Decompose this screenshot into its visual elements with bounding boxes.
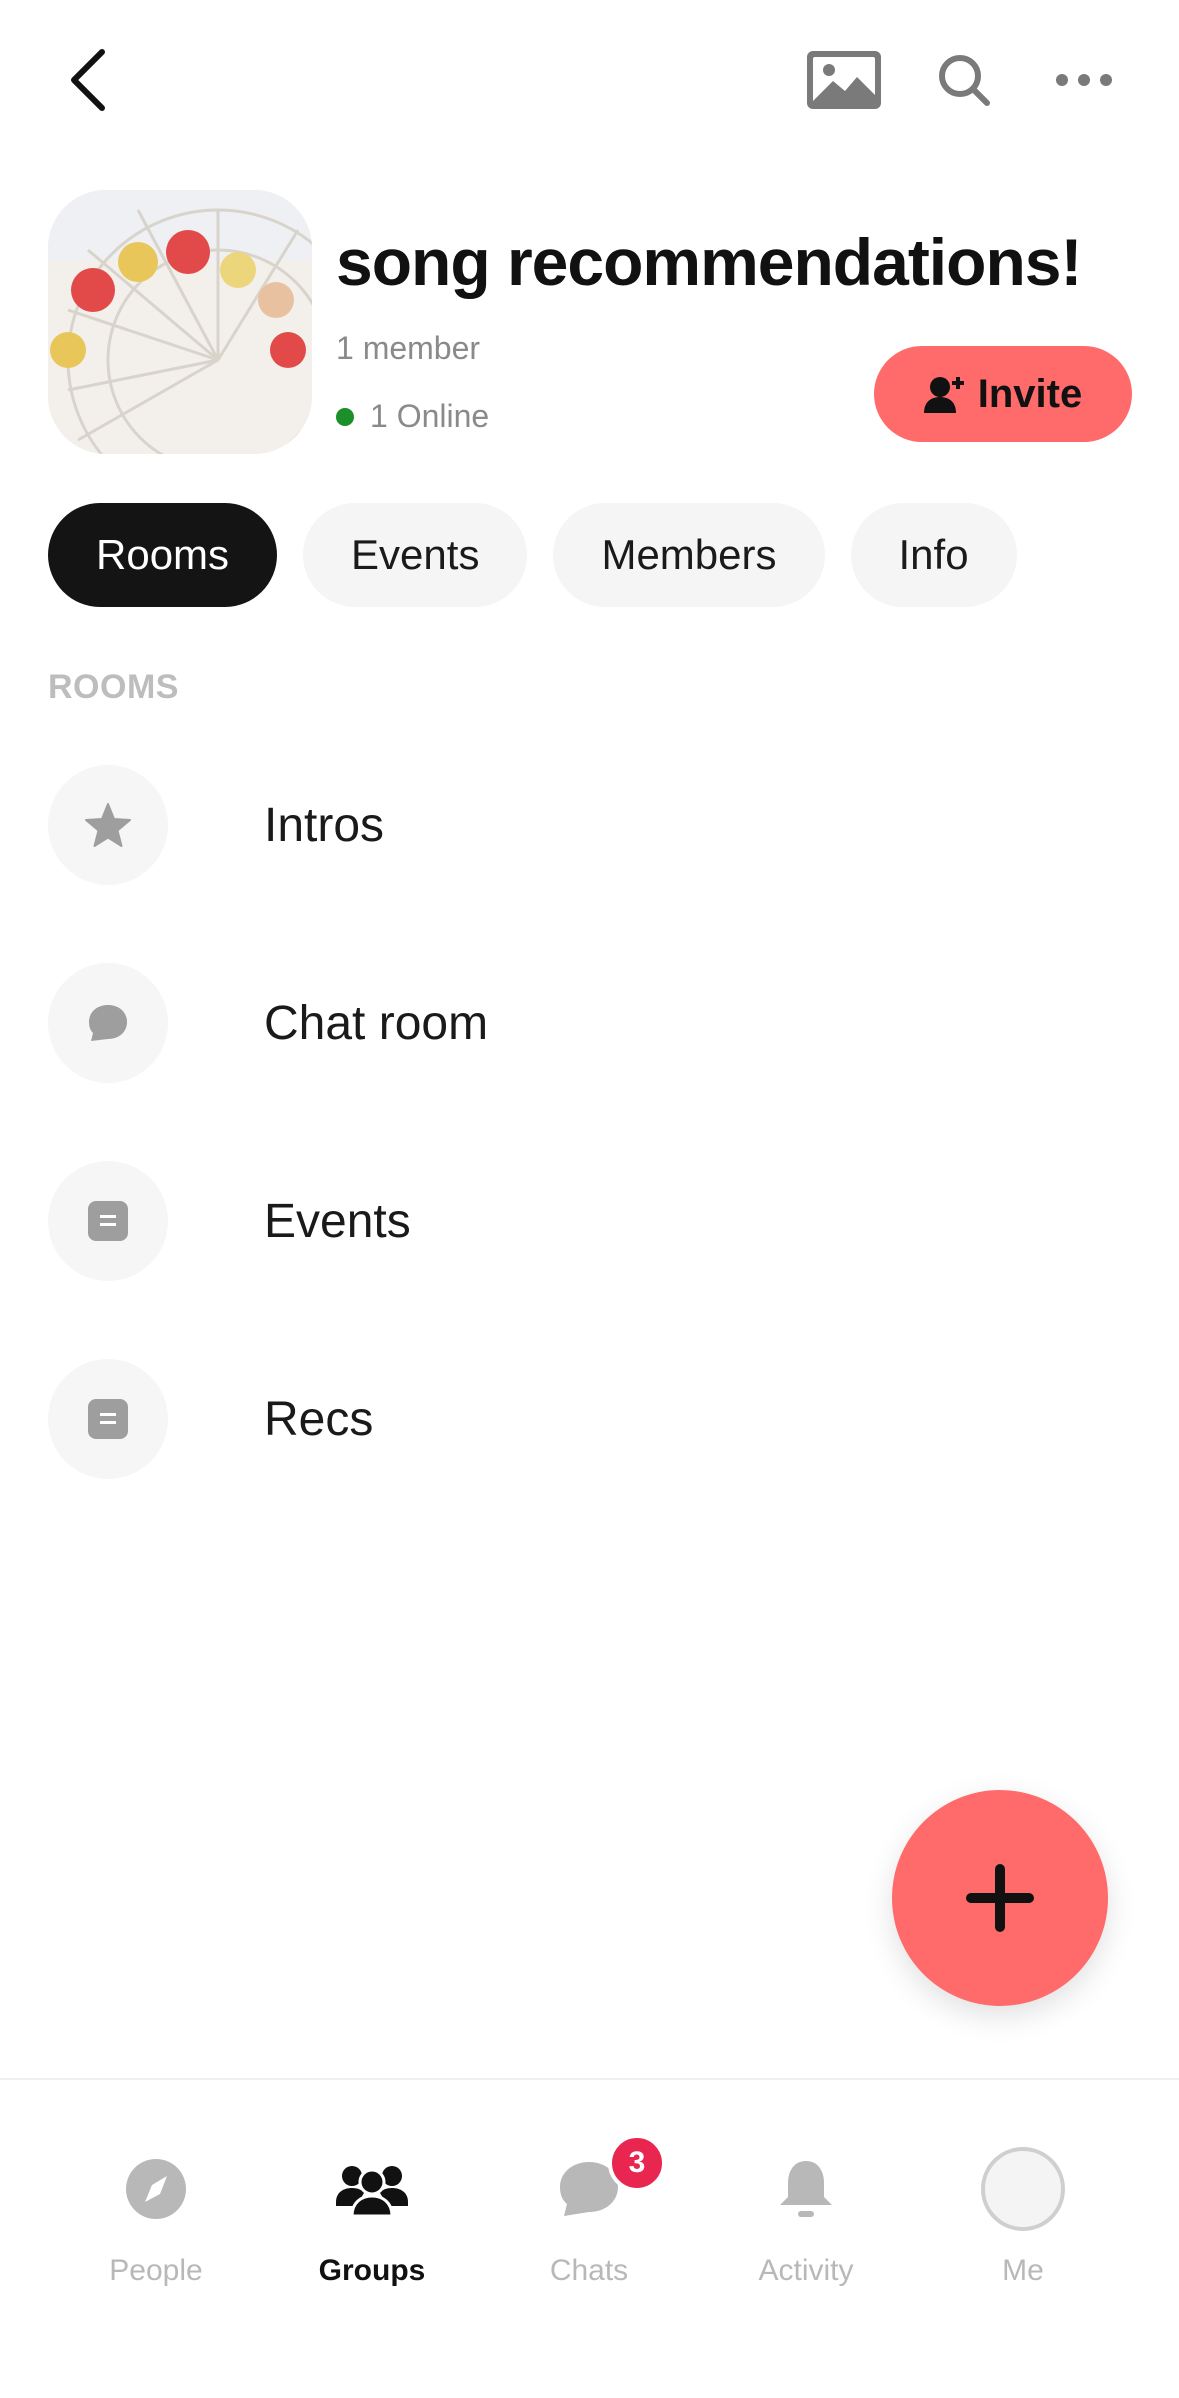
chat-bubble-icon: [48, 963, 168, 1083]
chevron-left-icon: [71, 49, 105, 111]
nav-label: Me: [1002, 2254, 1044, 2287]
image-icon: [807, 51, 881, 109]
back-button[interactable]: [48, 40, 128, 120]
compass-icon: [126, 2159, 186, 2219]
room-item-chat-room[interactable]: Chat room: [48, 961, 1131, 1085]
group-avatar[interactable]: [48, 190, 312, 454]
room-item-events[interactable]: Events: [48, 1159, 1131, 1283]
tab-members[interactable]: Members: [553, 503, 825, 607]
nav-people[interactable]: People: [56, 2144, 256, 2288]
nav-label: Chats: [549, 2254, 629, 2287]
nav-label: Groups: [318, 2254, 426, 2287]
tab-rooms[interactable]: Rooms: [48, 503, 278, 607]
ellipsis-icon: [1056, 74, 1112, 86]
nav-me[interactable]: Me: [923, 2144, 1123, 2288]
nav-activity[interactable]: Activity: [706, 2144, 906, 2288]
room-label: Recs: [264, 1392, 374, 1446]
room-label: Chat room: [264, 996, 489, 1050]
invite-label: Invite: [977, 371, 1083, 416]
nav-label: People: [109, 2254, 203, 2287]
tab-bar: Rooms Events Members Info: [48, 503, 1017, 607]
nav-label: Activity: [758, 2254, 854, 2287]
room-label: Events: [264, 1194, 411, 1248]
nav-chats[interactable]: 3 Chats: [489, 2134, 689, 2288]
ferris-wheel-image: [48, 190, 312, 454]
add-person-icon: [923, 375, 966, 413]
bell-icon: [780, 2161, 832, 2217]
more-options-button[interactable]: [1044, 40, 1124, 120]
bottom-navigation: People Groups 3 Chats Activity Me: [0, 2078, 1179, 2398]
profile-avatar: [981, 2147, 1065, 2231]
gallery-button[interactable]: [798, 40, 890, 120]
top-bar: [0, 0, 1179, 160]
note-icon: [48, 1161, 168, 1281]
star-icon: [48, 765, 168, 885]
unread-badge: 3: [608, 2134, 666, 2192]
invite-button[interactable]: Invite: [874, 346, 1132, 442]
tab-info[interactable]: Info: [850, 503, 1017, 607]
groups-icon: [336, 2166, 408, 2216]
plus-icon: [966, 1864, 1034, 1932]
search-button[interactable]: [922, 40, 1006, 120]
online-indicator-icon: [336, 407, 354, 426]
tab-events[interactable]: Events: [303, 503, 528, 607]
online-status: 1 Online: [336, 398, 489, 435]
nav-groups[interactable]: Groups: [272, 2144, 472, 2288]
rooms-section-heading: ROOMS: [48, 668, 179, 706]
room-item-recs[interactable]: Recs: [48, 1357, 1131, 1481]
room-item-intros[interactable]: Intros: [48, 763, 1131, 887]
online-count: 1 Online: [370, 398, 490, 434]
group-title: song recommendations!: [336, 225, 1082, 299]
member-count[interactable]: 1 member: [336, 330, 480, 367]
search-icon: [939, 55, 990, 106]
room-label: Intros: [264, 798, 385, 852]
add-room-button[interactable]: [892, 1790, 1108, 2006]
note-icon: [48, 1359, 168, 1479]
